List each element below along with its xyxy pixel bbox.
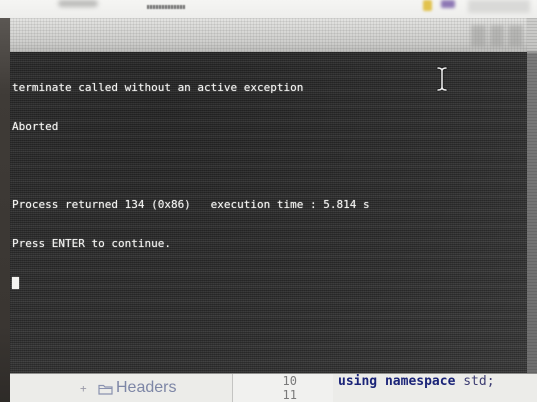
folder-outline xyxy=(98,384,113,395)
window-controls xyxy=(471,25,524,47)
text-cursor xyxy=(12,277,19,289)
project-tree-panel: + Headers xyxy=(10,374,232,402)
line-number: 11 xyxy=(282,388,297,402)
tree-item-headers[interactable]: + Headers xyxy=(76,374,206,402)
screen-right-edge xyxy=(527,18,537,373)
terminal-output[interactable]: terminate called without an active excep… xyxy=(10,52,527,373)
i-beam-stroke xyxy=(437,67,447,91)
terminal-line-process-status: Process returned 134 (0x86) execution ti… xyxy=(12,198,370,211)
line-number: 10 xyxy=(282,374,297,388)
folder-icon xyxy=(98,384,113,395)
code-identifier: std; xyxy=(463,374,495,389)
blurred-tab-label[interactable] xyxy=(147,5,185,9)
terminal-title-bar[interactable] xyxy=(10,18,527,52)
purple-app-icon[interactable] xyxy=(441,0,455,8)
ide-workspace: + Headers 10 11 using namespace std; xyxy=(10,373,537,402)
i-beam-cursor-icon xyxy=(436,66,448,92)
code-keywords: using namespace xyxy=(338,374,456,389)
monitor-bezel-left xyxy=(0,18,10,402)
blurred-panel-area xyxy=(468,0,530,13)
terminal-line-exception: terminate called without an active excep… xyxy=(12,81,304,94)
tree-item-label: Headers xyxy=(116,379,177,396)
blurred-toolbar-item xyxy=(58,0,98,7)
code-line[interactable]: using namespace std; xyxy=(338,374,495,389)
code-editor[interactable]: 10 11 using namespace std; xyxy=(233,374,537,402)
window-control-button[interactable] xyxy=(508,25,524,47)
monitor-photo: terminate called without an active excep… xyxy=(0,0,537,402)
window-control-button[interactable] xyxy=(489,25,505,47)
tree-expander-icon[interactable]: + xyxy=(80,382,87,395)
terminal-text: terminate called without an active excep… xyxy=(12,55,370,315)
yellow-app-icon[interactable] xyxy=(423,0,432,11)
terminal-cursor-line xyxy=(12,276,370,289)
terminal-line-aborted: Aborted xyxy=(12,120,59,133)
terminal-line-continue-prompt: Press ENTER to continue. xyxy=(12,237,171,250)
window-control-button[interactable] xyxy=(471,25,486,47)
desktop-top-bar xyxy=(0,0,537,20)
